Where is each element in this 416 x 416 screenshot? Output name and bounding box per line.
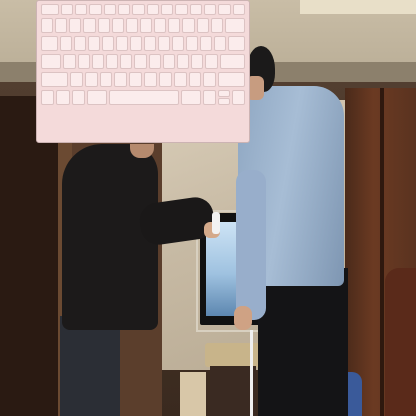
person-right-legs [258,268,348,416]
key [182,18,195,33]
keyboard-image [36,0,250,143]
key [105,54,119,69]
key [83,18,96,33]
key [214,36,226,51]
key [176,54,190,69]
key [202,90,217,105]
key [146,4,159,15]
key [120,54,133,69]
key [158,36,170,51]
game-remote [212,212,220,234]
key [218,4,231,15]
key [60,36,72,51]
keyboard-row-number [41,18,246,33]
key [74,36,86,51]
key [41,72,68,87]
key [69,72,83,87]
spacebar [108,90,180,105]
cabinet-seam [380,88,384,416]
key [196,18,209,33]
keyboard-row-home [41,54,246,69]
key [168,18,181,33]
key [117,4,131,15]
key [231,90,246,105]
key [203,4,217,15]
key [103,4,116,15]
key [41,90,55,105]
key [158,72,172,87]
keyboard-row-qwerty [41,36,245,51]
stacked-boxes [180,372,206,416]
key [41,36,58,51]
key [162,54,175,69]
key [172,36,184,51]
keyboard-row-fn [41,4,245,15]
key [154,18,167,33]
key [111,18,124,33]
key [41,4,59,15]
key [200,36,212,51]
key [148,54,161,69]
key [205,54,218,69]
key [97,18,110,33]
key [218,72,246,87]
key [189,4,202,15]
key [175,4,188,15]
key [71,90,86,105]
arrow-keys [218,90,230,105]
key [74,4,88,15]
key [77,54,90,69]
key [210,18,223,33]
key [228,36,245,51]
key [69,18,82,33]
key [56,90,70,105]
person-left-legs [60,316,120,416]
key [87,90,107,105]
key [181,90,201,105]
key [88,36,100,51]
photo-scene [0,0,416,416]
key [114,72,128,87]
key [41,54,62,69]
key [99,72,113,87]
key [89,4,102,15]
key [203,72,217,87]
key [60,4,73,15]
key [132,4,145,15]
key [186,36,198,51]
key [173,72,187,87]
wooden-chair [385,268,416,416]
key [160,4,174,15]
key [102,36,114,51]
key [191,54,204,69]
person-right-arm [236,170,266,320]
arrow-up-key [218,90,230,97]
key [144,72,157,87]
controller-cable [250,330,253,416]
key [139,18,153,33]
key [134,54,147,69]
key [55,18,68,33]
key [84,72,98,87]
key [219,54,246,69]
arrow-down-key [218,98,230,105]
key [41,18,54,33]
key [91,54,104,69]
key [125,18,138,33]
keyboard-row-bottom [41,90,246,105]
key [232,4,245,15]
key [144,36,156,51]
key [224,18,246,33]
key [188,72,202,87]
key [116,36,128,51]
person-right-hand [234,306,252,330]
ceiling-light [300,0,416,14]
key [130,36,142,51]
keyboard-row-shift [41,72,246,87]
key [129,72,143,87]
key [63,54,76,69]
